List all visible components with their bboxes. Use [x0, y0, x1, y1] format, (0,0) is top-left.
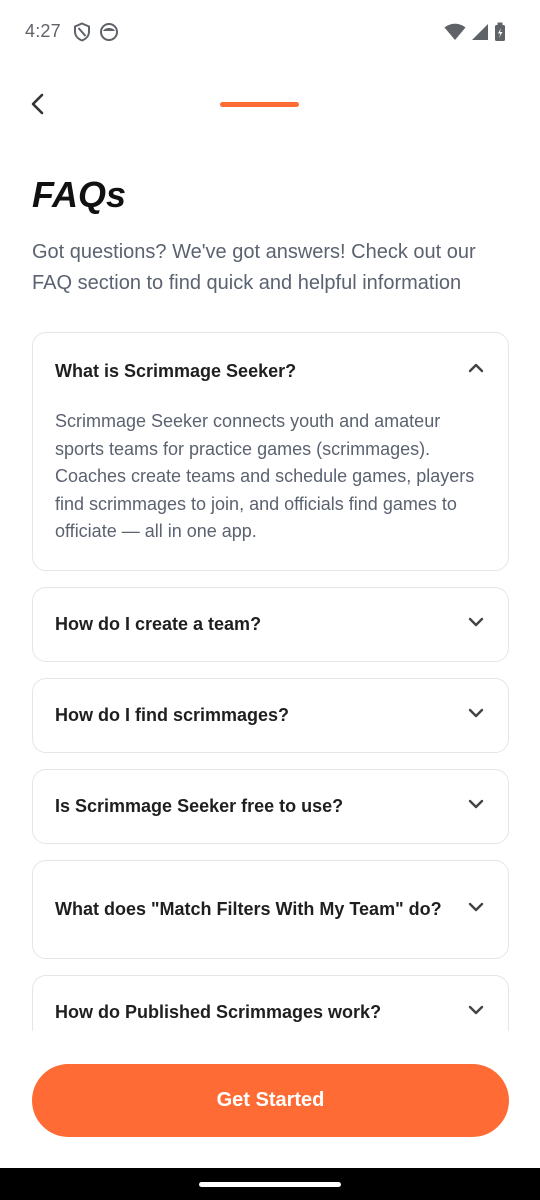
faq-question: What is Scrimmage Seeker?: [55, 360, 297, 381]
faq-question-row[interactable]: How do I create a team?: [33, 588, 508, 661]
system-nav-bar: [0, 1168, 540, 1200]
signal-icon: [471, 23, 489, 41]
back-button[interactable]: [20, 88, 56, 124]
chevron-up-icon: [454, 358, 486, 383]
faq-question: Is Scrimmage Seeker free to use?: [55, 796, 344, 816]
faq-question-row[interactable]: What does "Match Filters With My Team" d…: [33, 861, 508, 958]
get-started-button[interactable]: Get Started: [32, 1064, 509, 1137]
chevron-down-icon: [454, 612, 486, 637]
status-left-icons: [73, 22, 119, 42]
faq-answer: Scrimmage Seeker connects youth and amat…: [55, 411, 475, 541]
faq-question: How do I find scrimmages?: [55, 705, 290, 725]
wifi-icon: [444, 23, 466, 41]
page-subtitle: Got questions? We've got answers! Check …: [32, 241, 476, 294]
battery-icon: [494, 22, 506, 42]
faq-item-published-scrimmages: How do Published Scrimmages work?: [32, 974, 509, 1032]
status-time: 4:27: [25, 21, 61, 41]
faq-list: What is Scrimmage Seeker? Scrimmage Seek…: [32, 332, 509, 1031]
faq-item-what-is-scrimmage-seeker: What is Scrimmage Seeker? Scrimmage Seek…: [32, 332, 509, 571]
faq-item-free-to-use: Is Scrimmage Seeker free to use?: [32, 768, 509, 844]
shield-icon: [73, 22, 91, 42]
chevron-left-icon: [30, 92, 46, 121]
chevron-down-icon: [454, 1000, 486, 1025]
chevron-down-icon: [454, 703, 486, 728]
faq-question-row[interactable]: How do Published Scrimmages work?: [33, 976, 508, 1032]
faq-question: How do I create a team?: [55, 614, 262, 634]
faq-item-find-scrimmages: How do I find scrimmages?: [32, 677, 509, 753]
faq-item-create-team: How do I create a team?: [32, 586, 509, 662]
page-title: FAQs: [32, 174, 127, 215]
progress-indicator: [220, 102, 299, 107]
face-icon: [99, 22, 119, 42]
chevron-down-icon: [454, 794, 486, 819]
home-indicator[interactable]: [199, 1182, 341, 1187]
faq-question-row[interactable]: What is Scrimmage Seeker?: [33, 333, 508, 408]
faq-question-row[interactable]: How do I find scrimmages?: [33, 679, 508, 752]
chevron-down-icon: [454, 897, 486, 922]
faq-question: How do Published Scrimmages work?: [55, 1002, 382, 1022]
faq-question: What does "Match Filters With My Team" d…: [55, 899, 442, 919]
status-bar: 4:27: [0, 0, 540, 66]
faq-item-match-filters: What does "Match Filters With My Team" d…: [32, 859, 509, 959]
faq-question-row[interactable]: Is Scrimmage Seeker free to use?: [33, 770, 508, 843]
status-right-icons: [444, 22, 506, 42]
